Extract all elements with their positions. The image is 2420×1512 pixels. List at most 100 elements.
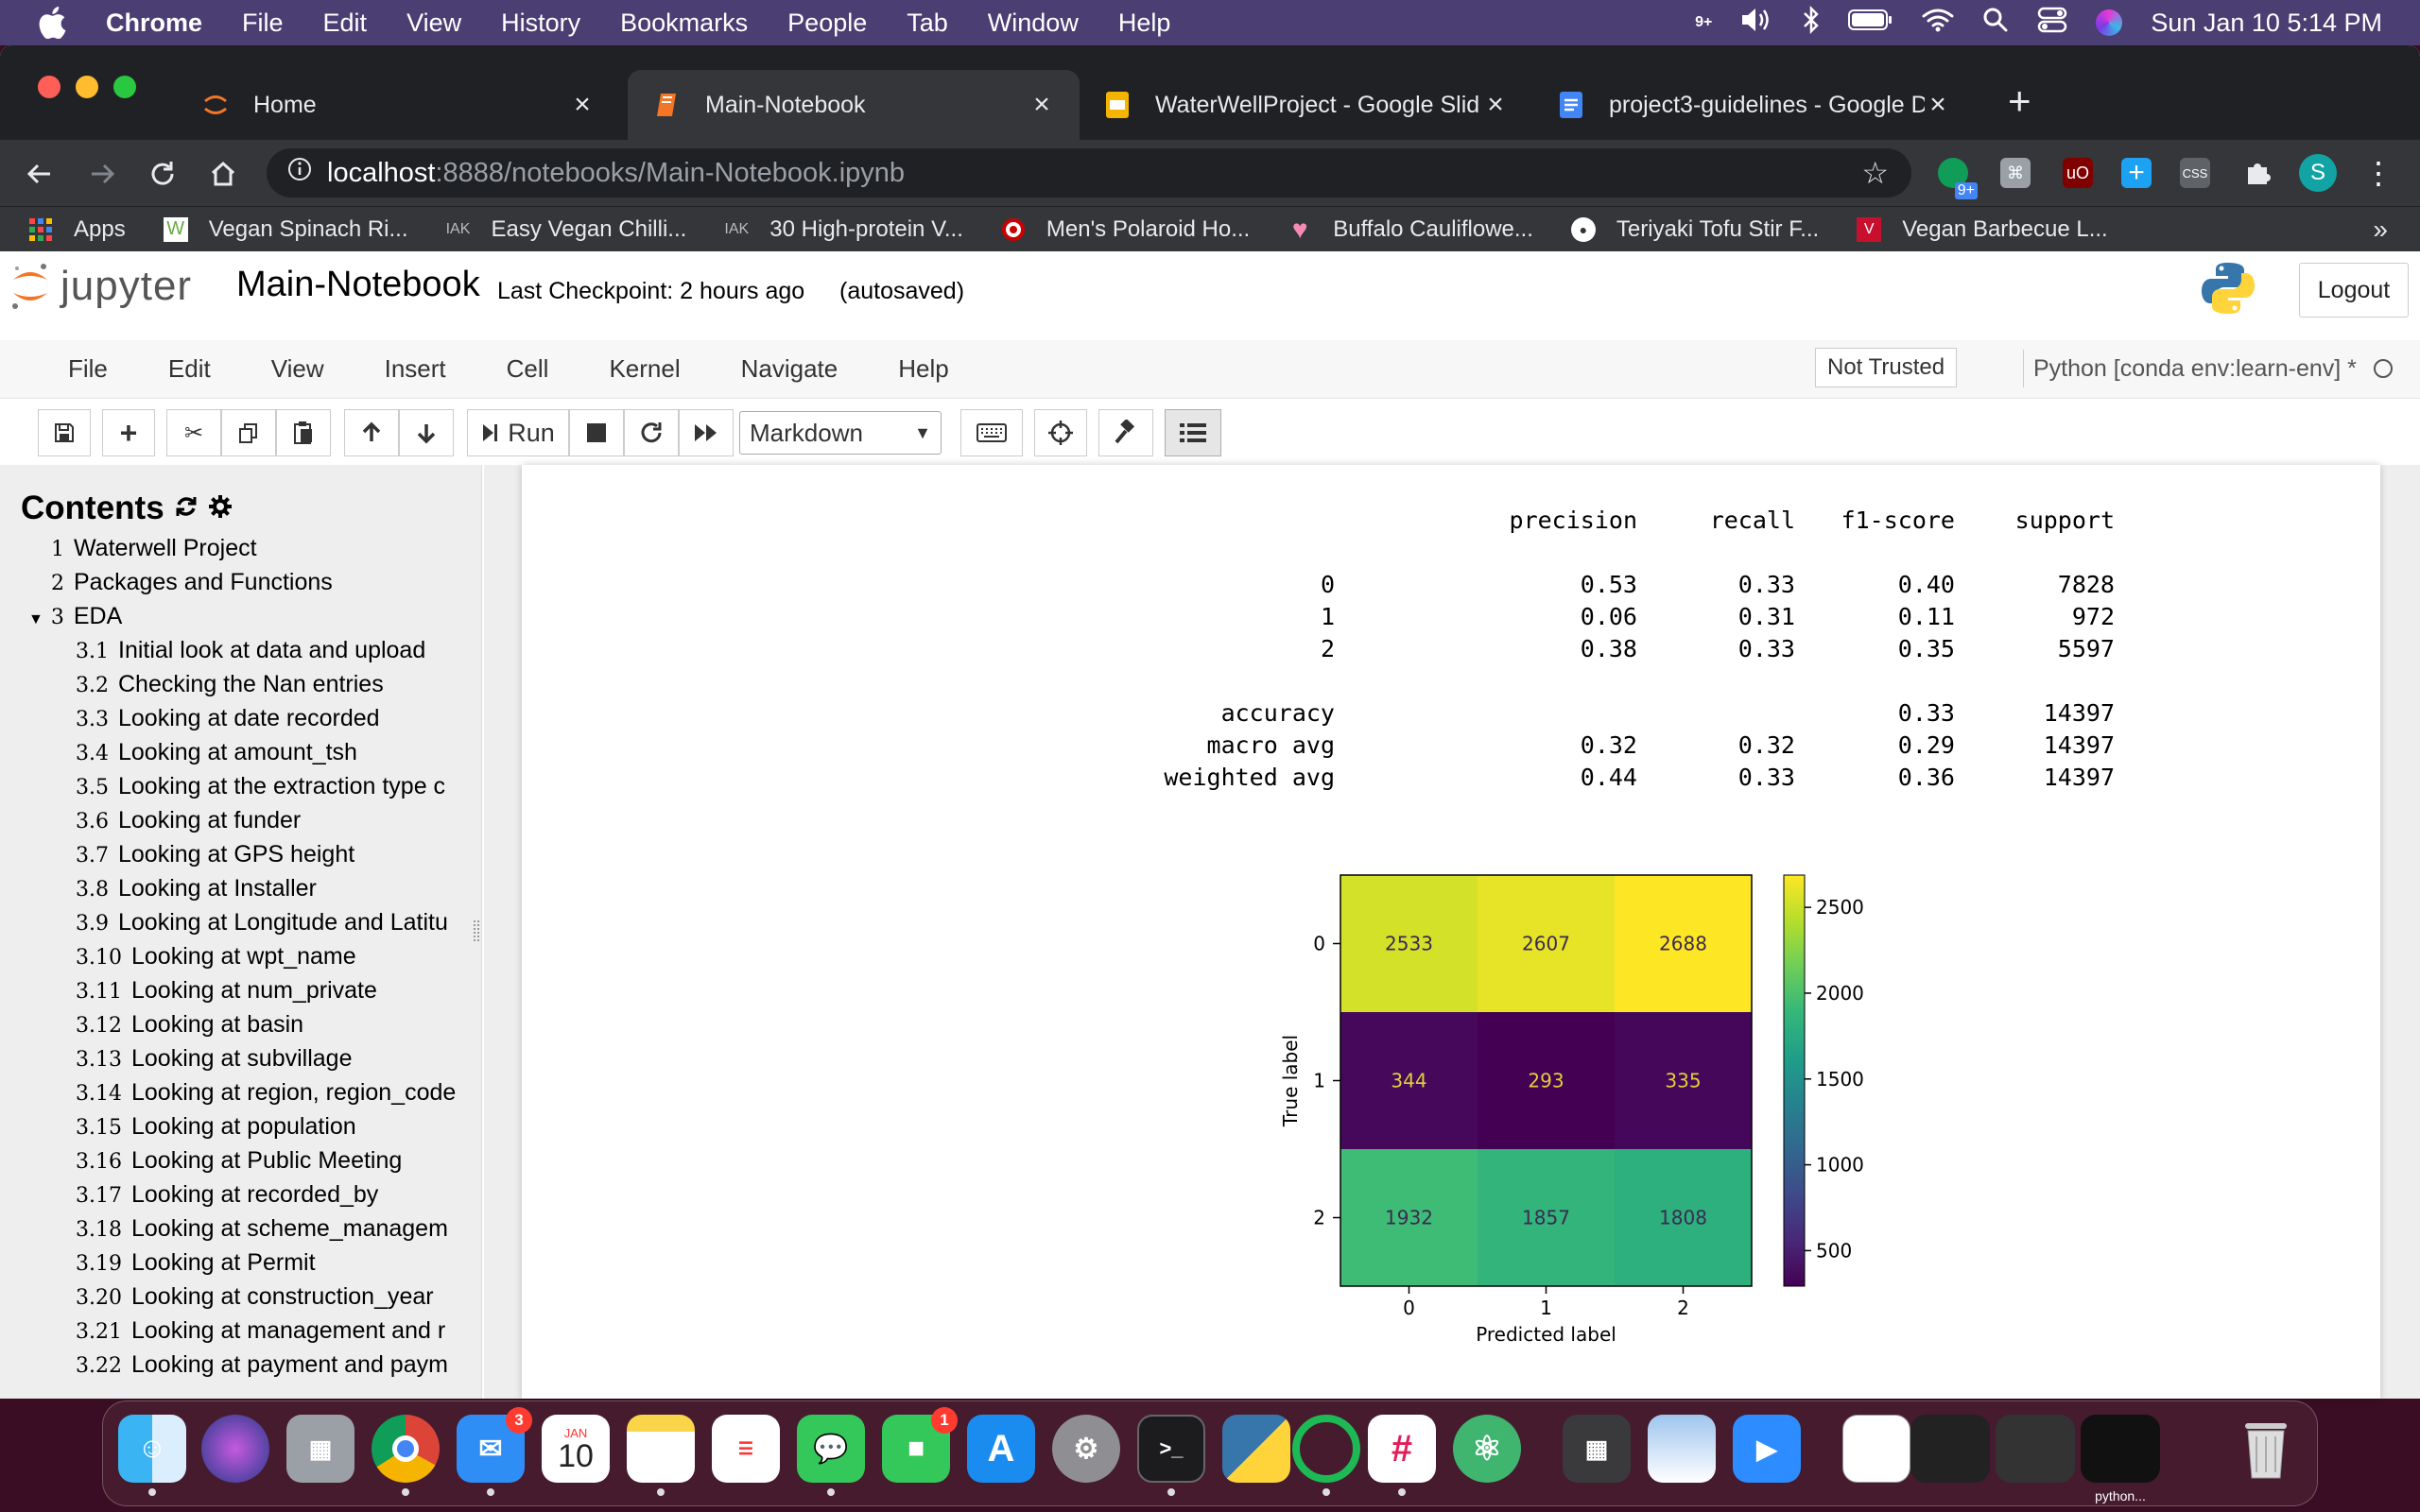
facetime-icon[interactable]: ■ 1 xyxy=(882,1407,958,1483)
toc-item[interactable]: 3.4 Looking at amount_tsh xyxy=(0,735,463,769)
trash-icon[interactable] xyxy=(2232,1415,2300,1483)
new-tab-button[interactable]: + xyxy=(2008,81,2031,121)
activity-ring-icon[interactable] xyxy=(1292,1415,1360,1483)
address-bar[interactable]: localhost :8888/notebooks/Main-Notebook.… xyxy=(267,148,1911,198)
menu-history[interactable]: History xyxy=(501,9,580,38)
control-center-icon[interactable] xyxy=(2037,7,2067,40)
bookmark-high-protein[interactable]: IAK 30 High-protein V... xyxy=(724,216,962,243)
python-idle-icon[interactable] xyxy=(1222,1415,1290,1483)
home-icon[interactable] xyxy=(204,155,242,193)
restart-button[interactable] xyxy=(624,409,679,456)
bookmark-polaroid[interactable]: Men's Polaroid Ho... xyxy=(1001,216,1250,243)
chrome-menu-icon[interactable]: ⋮ xyxy=(2363,156,2394,190)
profile-avatar[interactable]: S xyxy=(2299,154,2337,192)
close-window-button[interactable] xyxy=(38,76,60,98)
command-palette-button[interactable] xyxy=(960,409,1023,456)
navigate-button[interactable] xyxy=(1034,409,1087,456)
move-down-button[interactable] xyxy=(399,409,454,456)
paste-button[interactable] xyxy=(276,409,331,456)
finder-icon[interactable]: ☺ xyxy=(118,1415,186,1483)
kernel-indicator[interactable]: Python [conda env:learn-env] * xyxy=(2023,350,2393,387)
gear-icon[interactable] xyxy=(208,490,233,527)
bookmark-buffalo-cauliflower[interactable]: ♥ Buffalo Cauliflowe... xyxy=(1288,215,1533,244)
notebook-scrollbar[interactable] xyxy=(2401,465,2420,1399)
back-arrow-icon[interactable] xyxy=(21,155,59,193)
battery-icon[interactable] xyxy=(1848,9,1893,38)
toc-item[interactable]: 3.11 Looking at num_private xyxy=(0,973,463,1007)
toc-item[interactable]: 3.2 Checking the Nan entries xyxy=(0,667,463,701)
tab-close-icon[interactable]: × xyxy=(1925,89,1951,121)
zoom-icon[interactable]: ▶ xyxy=(1733,1415,1801,1483)
terminal-window-thumbnail[interactable]: python... xyxy=(2081,1415,2160,1503)
toc-item[interactable]: 3.18 Looking at scheme_managem xyxy=(0,1211,463,1246)
toc-item[interactable]: 3.21 Looking at management and r xyxy=(0,1314,463,1348)
extensions-puzzle-icon[interactable] xyxy=(2242,158,2273,188)
insert-cell-button[interactable]: + xyxy=(102,409,155,456)
status-badge-icon[interactable]: 9+ xyxy=(1695,14,1712,31)
toc-item[interactable]: 3.5 Looking at the extraction type c xyxy=(0,769,463,803)
caret-down-icon[interactable]: ▼ xyxy=(28,611,43,627)
bookmark-star-icon[interactable]: ☆ xyxy=(1861,155,1889,191)
run-button[interactable]: Run xyxy=(467,409,569,456)
preview-icon[interactable] xyxy=(1648,1415,1716,1483)
menu-edit[interactable]: Edit xyxy=(323,9,368,38)
reminders-icon[interactable]: ☰ xyxy=(712,1415,780,1483)
toc-item[interactable]: 3.16 Looking at Public Meeting xyxy=(0,1143,463,1177)
save-button[interactable] xyxy=(38,409,91,456)
css-extension-icon[interactable]: CSS xyxy=(2180,158,2210,188)
gavel-button[interactable] xyxy=(1098,409,1153,456)
minimize-window-button[interactable] xyxy=(76,76,98,98)
jmenu-edit[interactable]: Edit xyxy=(138,354,241,384)
notebook-name[interactable]: Main-Notebook xyxy=(236,265,480,305)
wifi-icon[interactable] xyxy=(1922,8,1954,39)
toc-toggle-button[interactable] xyxy=(1165,409,1221,456)
menu-people[interactable]: People xyxy=(787,9,867,38)
menubar-clock[interactable]: Sun Jan 10 5:14 PM xyxy=(2151,9,2382,38)
copy-button[interactable] xyxy=(221,409,276,456)
extension-green-icon[interactable]: 9+ xyxy=(1938,158,1978,199)
tab-home[interactable]: Home × xyxy=(176,70,620,140)
zoom-window-button[interactable] xyxy=(113,76,136,98)
jmenu-kernel[interactable]: Kernel xyxy=(579,354,710,384)
menu-help[interactable]: Help xyxy=(1118,9,1171,38)
bookmarks-overflow-icon[interactable]: » xyxy=(2373,215,2388,245)
bookmark-apps[interactable]: Apps xyxy=(28,216,126,243)
jmenu-navigate[interactable]: Navigate xyxy=(711,354,869,384)
menu-window[interactable]: Window xyxy=(988,9,1079,38)
apple-menu-icon[interactable] xyxy=(38,7,72,39)
cut-button[interactable]: ✂ xyxy=(166,409,221,456)
bookmark-vegan-spinach[interactable]: W Vegan Spinach Ri... xyxy=(163,216,408,243)
messages-icon[interactable]: 💬 xyxy=(797,1415,865,1483)
toc-item[interactable]: 3.20 Looking at construction_year xyxy=(0,1280,463,1314)
restart-run-all-button[interactable] xyxy=(679,409,734,456)
ublock-origin-icon[interactable]: uO xyxy=(2063,158,2093,188)
notes-icon[interactable] xyxy=(627,1415,695,1483)
toc-item[interactable]: 3.14 Looking at region, region_code xyxy=(0,1075,463,1109)
cell-type-select[interactable]: Markdown ▼ xyxy=(739,411,942,455)
volume-icon[interactable] xyxy=(1740,7,1774,40)
refresh-icon[interactable] xyxy=(174,490,199,527)
atom-icon[interactable]: ⚛ xyxy=(1453,1415,1521,1483)
toc-item[interactable]: 3.7 Looking at GPS height xyxy=(0,837,463,871)
bookmark-easy-vegan-chilli[interactable]: IAK Easy Vegan Chilli... xyxy=(446,216,687,243)
terminal-icon[interactable]: >_ xyxy=(1137,1415,1205,1483)
document-thumbnail-icon[interactable] xyxy=(1842,1415,1910,1483)
toc-item[interactable]: 3.17 Looking at recorded_by xyxy=(0,1177,463,1211)
spotlight-search-icon[interactable] xyxy=(1982,7,2009,40)
tab-google-docs[interactable]: project3-guidelines - Google D × xyxy=(1531,70,1976,140)
toc-item[interactable]: 3.10 Looking at wpt_name xyxy=(0,939,463,973)
tab-main-notebook[interactable]: Main-Notebook × xyxy=(628,70,1080,140)
window-thumbnail-icon[interactable] xyxy=(1996,1415,2075,1483)
mail-icon[interactable]: ✉ 3 xyxy=(457,1407,532,1483)
calculator-icon[interactable]: ▦ xyxy=(1563,1415,1631,1483)
sidebar-resize-handle[interactable] xyxy=(474,920,479,941)
move-up-button[interactable] xyxy=(344,409,399,456)
tab-close-icon[interactable]: × xyxy=(569,89,596,121)
toc-item[interactable]: 3.19 Looking at Permit xyxy=(0,1246,463,1280)
logout-button[interactable]: Logout xyxy=(2299,263,2409,318)
menu-bookmarks[interactable]: Bookmarks xyxy=(620,9,748,38)
toc-item[interactable]: 3.15 Looking at population xyxy=(0,1109,463,1143)
bookmark-vegan-barbecue[interactable]: V Vegan Barbecue L... xyxy=(1857,216,2108,243)
tab-close-icon[interactable]: × xyxy=(1482,89,1509,121)
not-trusted-button[interactable]: Not Trusted xyxy=(1815,348,1958,387)
